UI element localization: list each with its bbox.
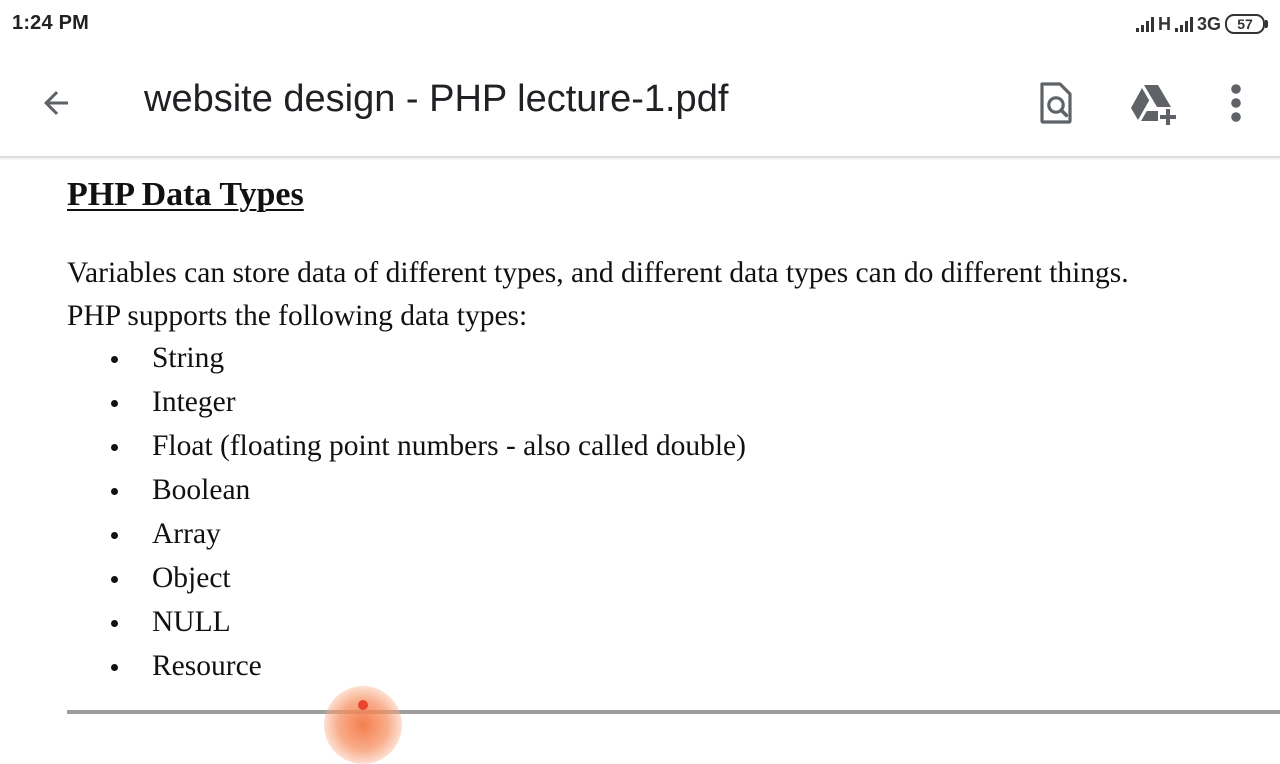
bullet-icon — [111, 620, 118, 627]
add-to-drive-icon — [1131, 85, 1176, 125]
battery-level: 57 — [1225, 14, 1265, 34]
paragraph-line: Variables can store data of different ty… — [67, 257, 1129, 289]
bullet-icon — [111, 444, 118, 451]
battery-icon: 57 — [1225, 14, 1268, 34]
network-type-label: H — [1157, 13, 1171, 34]
add-to-drive-button[interactable] — [1124, 75, 1180, 131]
touch-indicator — [324, 686, 402, 764]
touch-point — [358, 700, 368, 710]
bullet-icon — [111, 664, 118, 671]
find-in-page-icon — [1040, 82, 1072, 124]
status-indicators: H 3G 57 — [1135, 11, 1268, 37]
arrow-back-icon — [44, 91, 68, 115]
status-time: 1:24 PM — [12, 12, 89, 34]
bullet-icon — [111, 356, 118, 363]
paragraph-line: PHP supports the following data types: — [67, 300, 528, 332]
network-type-label: 3G — [1196, 13, 1221, 34]
bullet-icon — [111, 400, 118, 407]
bullet-icon — [111, 576, 118, 583]
bullet-icon — [111, 488, 118, 495]
bullet-icon — [111, 532, 118, 539]
signal-strength-icon — [1135, 16, 1154, 32]
section-heading: PHP Data Types — [67, 176, 304, 213]
more-options-button[interactable] — [1208, 75, 1264, 131]
more-vert-icon — [1231, 84, 1241, 122]
app-bar: website design - PHP lecture-1.pdf — [0, 48, 1280, 158]
page-divider — [67, 710, 1280, 714]
document-title: website design - PHP lecture-1.pdf — [144, 78, 729, 120]
intro-paragraph: Variables can store data of different ty… — [67, 252, 1277, 338]
pdf-page-view[interactable]: PHP Data Types Variables can store data … — [0, 160, 1280, 764]
status-bar: 1:24 PM H 3G 57 — [0, 0, 1280, 48]
signal-strength-icon — [1174, 16, 1193, 32]
find-in-document-button[interactable] — [1028, 75, 1084, 131]
back-button[interactable] — [28, 75, 84, 131]
